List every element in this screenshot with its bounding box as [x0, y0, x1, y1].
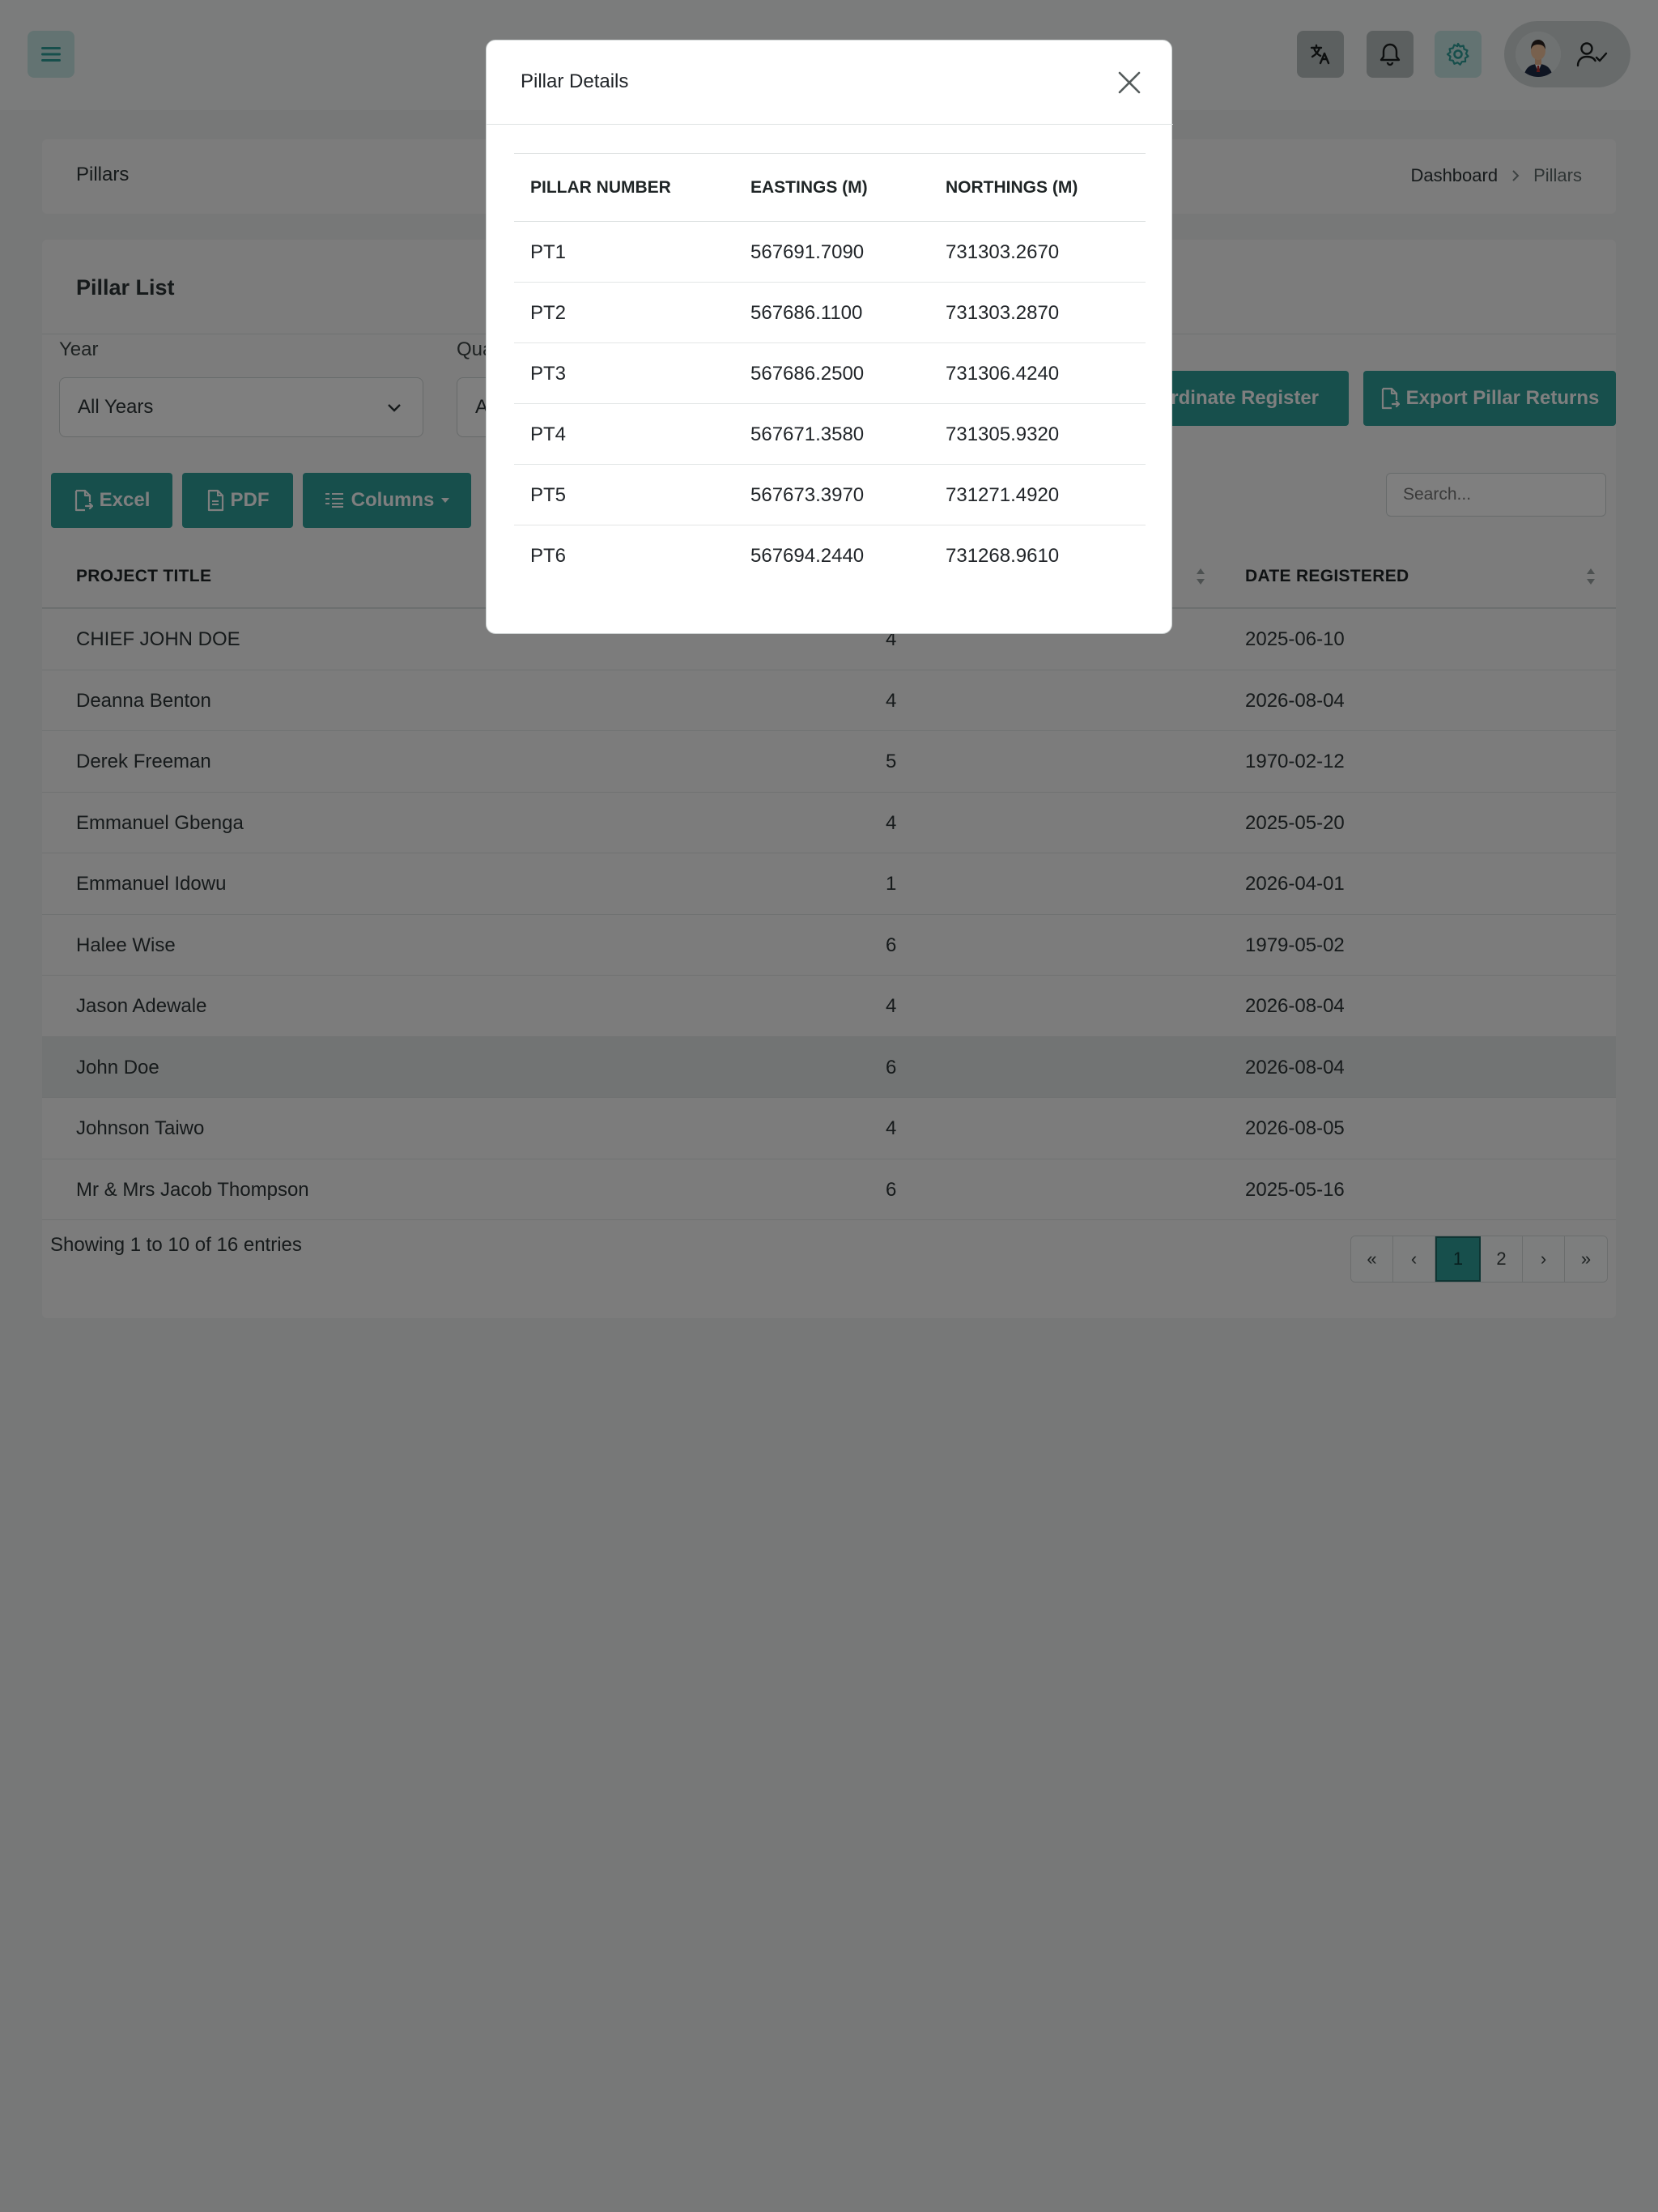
- cell-northings: 731271.4920: [946, 484, 1060, 506]
- cell-northings: 731305.9320: [946, 423, 1060, 445]
- table-row: PT6 567694.2440 731268.9610: [514, 525, 1146, 586]
- table-row: PT5 567673.3970 731271.4920: [514, 465, 1146, 525]
- cell-northings: 731303.2870: [946, 302, 1060, 324]
- cell-pillar-number: PT6: [530, 545, 567, 567]
- column-header-northings: NORTHINGS (M): [946, 178, 1078, 197]
- table-row: PT3 567686.2500 731306.4240: [514, 343, 1146, 404]
- table-row: PT2 567686.1100 731303.2870: [514, 283, 1146, 343]
- cell-northings: 731306.4240: [946, 363, 1060, 385]
- cell-pillar-number: PT3: [530, 363, 567, 385]
- table-row: PT1 567691.7090 731303.2670: [514, 222, 1146, 283]
- cell-pillar-number: PT2: [530, 302, 567, 324]
- cell-eastings: 567694.2440: [750, 545, 865, 567]
- cell-eastings: 567691.7090: [750, 241, 865, 263]
- modal-header: Pillar Details: [487, 40, 1173, 125]
- cell-pillar-number: PT4: [530, 423, 567, 445]
- table-row: PT4 567671.3580 731305.9320: [514, 404, 1146, 465]
- modal-title: Pillar Details: [521, 70, 629, 92]
- pillar-details-modal: Pillar Details PILLAR NUMBER EASTINGS (M…: [486, 40, 1173, 634]
- table-header-row: PILLAR NUMBER EASTINGS (M) NORTHINGS (M): [514, 154, 1146, 222]
- cell-northings: 731303.2670: [946, 241, 1060, 263]
- column-header-eastings: EASTINGS (M): [750, 178, 868, 197]
- pillar-coordinates-table: PILLAR NUMBER EASTINGS (M) NORTHINGS (M)…: [514, 153, 1146, 586]
- cell-eastings: 567673.3970: [750, 484, 865, 506]
- close-button[interactable]: [1115, 68, 1144, 97]
- cell-northings: 731268.9610: [946, 545, 1060, 567]
- cell-eastings: 567671.3580: [750, 423, 865, 445]
- close-icon: [1118, 71, 1141, 94]
- cell-pillar-number: PT1: [530, 241, 567, 263]
- column-header-pillar-number: PILLAR NUMBER: [530, 178, 671, 197]
- cell-pillar-number: PT5: [530, 484, 567, 506]
- cell-eastings: 567686.1100: [750, 302, 863, 324]
- cell-eastings: 567686.2500: [750, 363, 865, 385]
